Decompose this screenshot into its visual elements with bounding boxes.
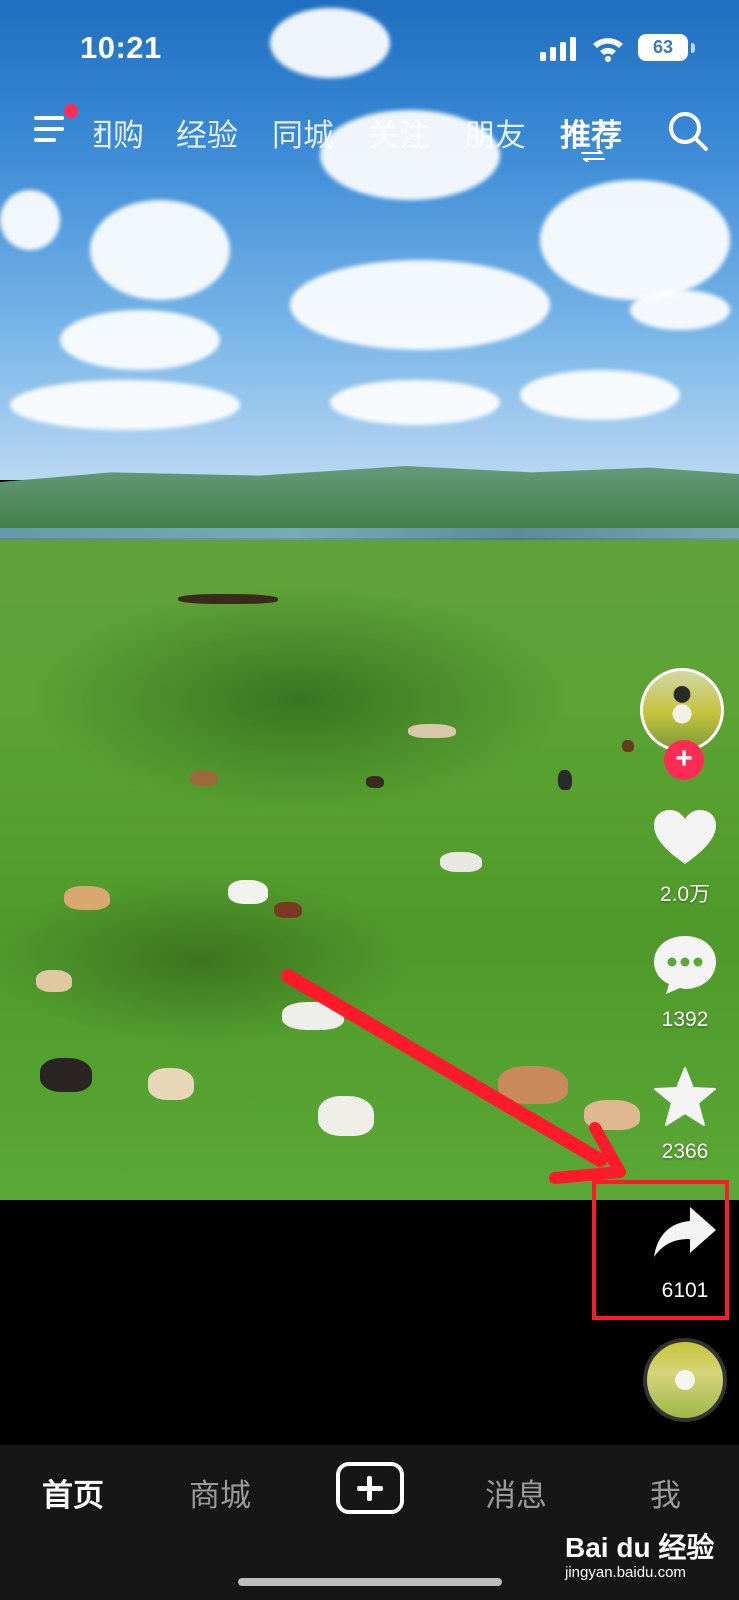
annotation-highlight-box xyxy=(592,1180,729,1320)
like-count: 2.0万 xyxy=(659,883,711,906)
cow xyxy=(498,1066,568,1104)
search-icon[interactable] xyxy=(667,110,709,152)
video-player[interactable] xyxy=(0,0,739,1200)
cloud xyxy=(540,180,730,300)
cow xyxy=(558,770,572,790)
tab-nearby[interactable]: 同城 xyxy=(272,110,334,155)
follow-button[interactable]: + xyxy=(664,740,704,780)
battery-indicator: 63 xyxy=(638,34,688,61)
cow xyxy=(190,770,218,786)
tab-experience[interactable]: 经验 xyxy=(176,110,238,155)
tab-switch-icon xyxy=(581,150,605,162)
nav-mall[interactable]: 商城 xyxy=(189,1470,251,1515)
video-meadow xyxy=(0,540,739,1200)
star-icon xyxy=(654,1067,716,1126)
nav-home[interactable]: 首页 xyxy=(42,1470,104,1515)
tab-group-buy[interactable]: 团购 xyxy=(94,110,144,155)
cloud xyxy=(290,260,550,350)
watermark-url: jingyan.baidu.com xyxy=(565,1564,686,1581)
cow xyxy=(274,902,302,918)
cloud xyxy=(10,380,240,430)
tab-recommended[interactable]: 推荐 xyxy=(560,110,622,155)
baidu-watermark: Bai du 经验 jingyan.baidu.com xyxy=(565,1526,715,1581)
nav-me[interactable]: 我 xyxy=(650,1470,681,1515)
tab-following[interactable]: 关注 xyxy=(368,110,430,155)
nav-messages[interactable]: 消息 xyxy=(485,1470,547,1515)
status-bar: 10:21 63 xyxy=(0,0,739,100)
cow xyxy=(366,776,384,788)
tab-friends[interactable]: 朋友 xyxy=(464,110,526,155)
status-time: 10:21 xyxy=(80,30,162,65)
cellular-signal-icon xyxy=(540,37,576,61)
comment-count: 1392 xyxy=(661,1008,709,1031)
cow xyxy=(40,1058,92,1092)
create-post-button[interactable] xyxy=(336,1462,404,1514)
menu-notification-dot xyxy=(64,104,78,118)
cow xyxy=(318,1096,374,1136)
favorite-count: 2366 xyxy=(661,1140,709,1163)
cow xyxy=(282,1002,344,1030)
comment-button[interactable]: 1392 xyxy=(630,934,739,1031)
cloud xyxy=(330,380,500,425)
music-disc[interactable] xyxy=(643,1338,727,1422)
menu-icon[interactable] xyxy=(34,116,68,146)
favorite-button[interactable]: 2366 xyxy=(630,1066,739,1163)
home-indicator[interactable] xyxy=(238,1578,502,1586)
cloud xyxy=(630,290,730,330)
like-button[interactable]: 2.0万 xyxy=(630,808,739,906)
cow-herd xyxy=(178,594,278,604)
cloud xyxy=(60,310,220,370)
watermark-logo: Bai du 经验 xyxy=(565,1532,715,1563)
cow xyxy=(64,886,110,910)
wifi-icon xyxy=(593,38,623,62)
cow xyxy=(408,724,456,738)
plus-icon-vertical xyxy=(367,1476,372,1501)
heart-icon xyxy=(654,810,716,864)
cloud xyxy=(0,190,60,250)
cloud xyxy=(520,370,680,420)
cow xyxy=(440,852,482,872)
cow xyxy=(622,740,634,752)
cow xyxy=(36,970,72,992)
comment-icon xyxy=(654,936,716,994)
cow xyxy=(148,1068,194,1100)
battery-tip xyxy=(691,43,695,53)
cloud xyxy=(90,200,230,300)
cow xyxy=(228,880,268,904)
black-overlay xyxy=(0,1200,620,1445)
screen: 10:21 63 团购 经验 同城 关注 朋友 推荐 + 2.0万 1392 2… xyxy=(0,0,739,1600)
